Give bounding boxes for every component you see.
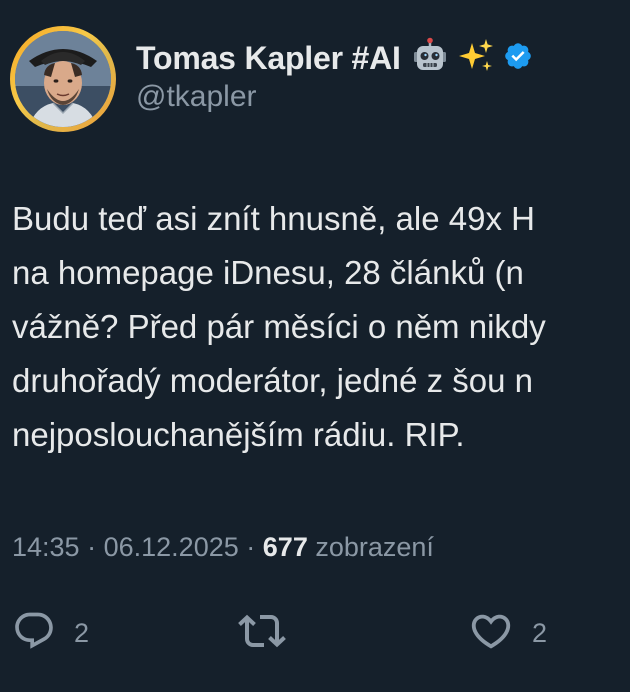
like-button[interactable]: 2 <box>468 608 547 658</box>
tweet-date[interactable]: 06.12.2025 <box>104 532 239 562</box>
retweet-icon <box>238 607 286 660</box>
sparkles-icon <box>457 37 495 80</box>
meta-separator: · <box>87 532 97 562</box>
tweet-meta: 14:35 · 06.12.2025 · 677 zobrazení <box>12 532 434 563</box>
retweet-button[interactable] <box>238 608 286 658</box>
tweet-line: vážně? Před pár měsíci o něm nikdy <box>12 308 546 345</box>
tweet-text: Budu teď asi znít hnusně, ale 49x H na h… <box>12 192 630 462</box>
action-bar: 2 2 <box>0 608 630 658</box>
views-label: zobrazení <box>315 532 434 562</box>
author-handle[interactable]: @tkapler <box>136 80 257 114</box>
tweet-line: druhořadý moderátor, jedné z šou n <box>12 362 533 399</box>
tweet-line: Budu teď asi znít hnusně, ale 49x H <box>12 200 535 237</box>
heart-icon <box>468 608 514 659</box>
tweet-line: na homepage iDnesu, 28 článků (n <box>12 254 524 291</box>
display-name[interactable]: Tomas Kapler #AI <box>136 40 401 77</box>
like-count: 2 <box>532 617 548 648</box>
views-count: 677 <box>262 532 308 562</box>
tweet-time[interactable]: 14:35 <box>12 532 80 562</box>
meta-separator: · <box>246 532 256 562</box>
verified-badge-icon <box>503 41 533 76</box>
reply-icon <box>12 609 56 658</box>
tweet-line: nejposlouchanějším rádiu. RIP. <box>12 416 465 453</box>
avatar-image <box>15 31 111 127</box>
author-name-row: Tomas Kapler #AI <box>136 36 533 80</box>
avatar[interactable] <box>15 31 111 127</box>
reply-button[interactable]: 2 <box>12 608 89 658</box>
avatar-ring[interactable] <box>10 26 116 132</box>
robot-icon <box>411 37 449 80</box>
reply-count: 2 <box>74 617 90 648</box>
